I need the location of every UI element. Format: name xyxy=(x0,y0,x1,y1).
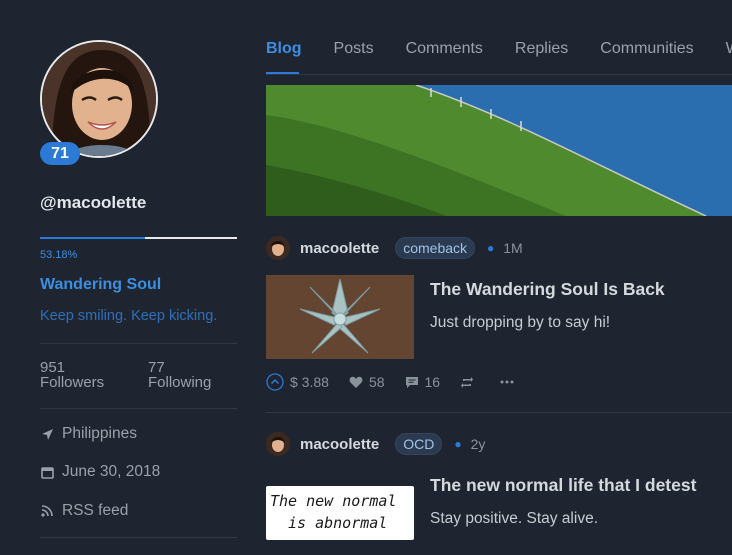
upvote-button[interactable]: $ 3.88 xyxy=(266,373,329,391)
avatar[interactable] xyxy=(40,40,158,158)
comments-button[interactable]: 16 xyxy=(405,374,441,390)
comment-icon xyxy=(405,376,418,388)
post-actions: $ 3.88 58 16 xyxy=(266,373,540,391)
community-tag[interactable]: OCD xyxy=(395,433,443,455)
voting-power-fill xyxy=(40,237,145,239)
location-row: Philippines xyxy=(40,425,137,443)
thumbnail-text-line: The new normal xyxy=(270,492,397,510)
voting-power-label: 53.18% xyxy=(40,249,78,261)
followers-count: 951 xyxy=(40,359,66,376)
post-thumbnail[interactable]: The new normal is abnormal xyxy=(266,486,414,540)
separator-dot: ● xyxy=(487,241,495,255)
location-arrow-icon xyxy=(40,427,54,441)
calendar-icon xyxy=(40,465,54,479)
tab-communities[interactable]: Communities xyxy=(600,40,693,58)
profile-sidebar: 71 @macoolette 53.18% Wandering Soul Kee… xyxy=(0,0,248,555)
username: @macoolette xyxy=(40,193,147,212)
tabs-divider xyxy=(266,74,732,75)
tab-blog[interactable]: Blog xyxy=(266,40,302,58)
rss-row[interactable]: RSS feed xyxy=(40,502,128,520)
post-age[interactable]: 2y xyxy=(471,436,486,452)
post-divider xyxy=(266,412,732,413)
divider xyxy=(40,343,237,344)
rss-link[interactable]: RSS feed xyxy=(62,502,128,520)
tab-comments[interactable]: Comments xyxy=(406,40,483,58)
location-text: Philippines xyxy=(62,425,137,442)
cover-image xyxy=(266,85,732,216)
post-age[interactable]: 1M xyxy=(503,240,522,256)
followers-label: Followers xyxy=(40,374,105,391)
following-stat[interactable]: 77 Following xyxy=(148,360,211,390)
reblog-icon xyxy=(461,376,474,388)
divider xyxy=(40,537,237,538)
author-name[interactable]: macoolette xyxy=(300,240,379,257)
profile-tabs: Blog Posts Comments Replies Communities … xyxy=(266,40,732,58)
reputation-badge: 71 xyxy=(40,142,80,165)
payout-value[interactable]: $ 3.88 xyxy=(290,374,329,390)
followers-stat[interactable]: 951 Followers xyxy=(40,360,104,390)
post-title[interactable]: The Wandering Soul Is Back xyxy=(430,279,665,300)
voting-power-bar xyxy=(40,237,237,239)
post-header: macoolette OCD ● 2y xyxy=(266,432,485,456)
more-icon xyxy=(500,380,514,384)
more-options-button[interactable] xyxy=(500,380,520,384)
tab-wallet[interactable]: W xyxy=(726,40,732,58)
upvote-icon xyxy=(266,373,284,391)
heart-icon xyxy=(349,376,363,388)
tab-replies[interactable]: Replies xyxy=(515,40,568,58)
rss-icon xyxy=(40,504,54,518)
comments-count: 16 xyxy=(424,374,441,390)
separator-dot: ● xyxy=(454,437,462,451)
following-count: 77 xyxy=(148,359,165,376)
post-title[interactable]: The new normal life that I detest xyxy=(430,475,696,496)
author-name[interactable]: macoolette xyxy=(300,436,379,453)
community-tag[interactable]: comeback xyxy=(395,237,476,259)
author-avatar[interactable] xyxy=(266,236,290,260)
votes-count: 58 xyxy=(368,374,385,390)
tab-posts[interactable]: Posts xyxy=(334,40,374,58)
divider xyxy=(40,408,237,409)
reblog-button[interactable] xyxy=(460,376,480,389)
votes-count-button[interactable]: 58 xyxy=(349,374,385,390)
profile-about: Keep smiling. Keep kicking. xyxy=(40,308,218,324)
joined-row: June 30, 2018 xyxy=(40,463,160,481)
following-label: Following xyxy=(148,374,212,391)
post-summary[interactable]: Just dropping by to say hi! xyxy=(430,314,610,332)
post-summary[interactable]: Stay positive. Stay alive. xyxy=(430,510,598,528)
author-avatar[interactable] xyxy=(266,432,290,456)
post-header: macoolette comeback ● 1M xyxy=(266,236,523,260)
joined-date: June 30, 2018 xyxy=(62,463,161,480)
profile-name: Wandering Soul xyxy=(40,276,162,293)
thumbnail-text-line: is abnormal xyxy=(288,514,388,532)
post-thumbnail[interactable] xyxy=(266,275,414,359)
